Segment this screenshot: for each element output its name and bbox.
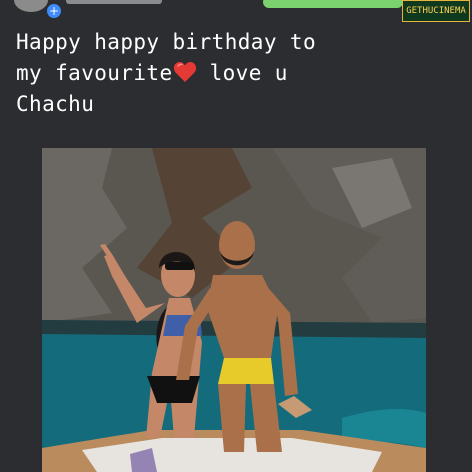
- caption-line-2-prefix: my favourite: [16, 61, 173, 85]
- progress-bar: [263, 0, 403, 8]
- heart-icon: [173, 61, 197, 83]
- username: [66, 0, 162, 4]
- caption-line-1: Happy happy birthday to: [16, 30, 316, 54]
- post-photo[interactable]: [42, 148, 426, 472]
- avatar[interactable]: [14, 0, 48, 12]
- photo-illustration: [42, 148, 426, 472]
- watermark-logo: GETHUCINEMA: [402, 0, 470, 22]
- post-caption: Happy happy birthday to my favourite lov…: [16, 27, 446, 120]
- caption-line-3: Chachu: [16, 92, 95, 116]
- plus-icon[interactable]: +: [45, 2, 63, 20]
- caption-line-2-suffix: love u: [196, 61, 288, 85]
